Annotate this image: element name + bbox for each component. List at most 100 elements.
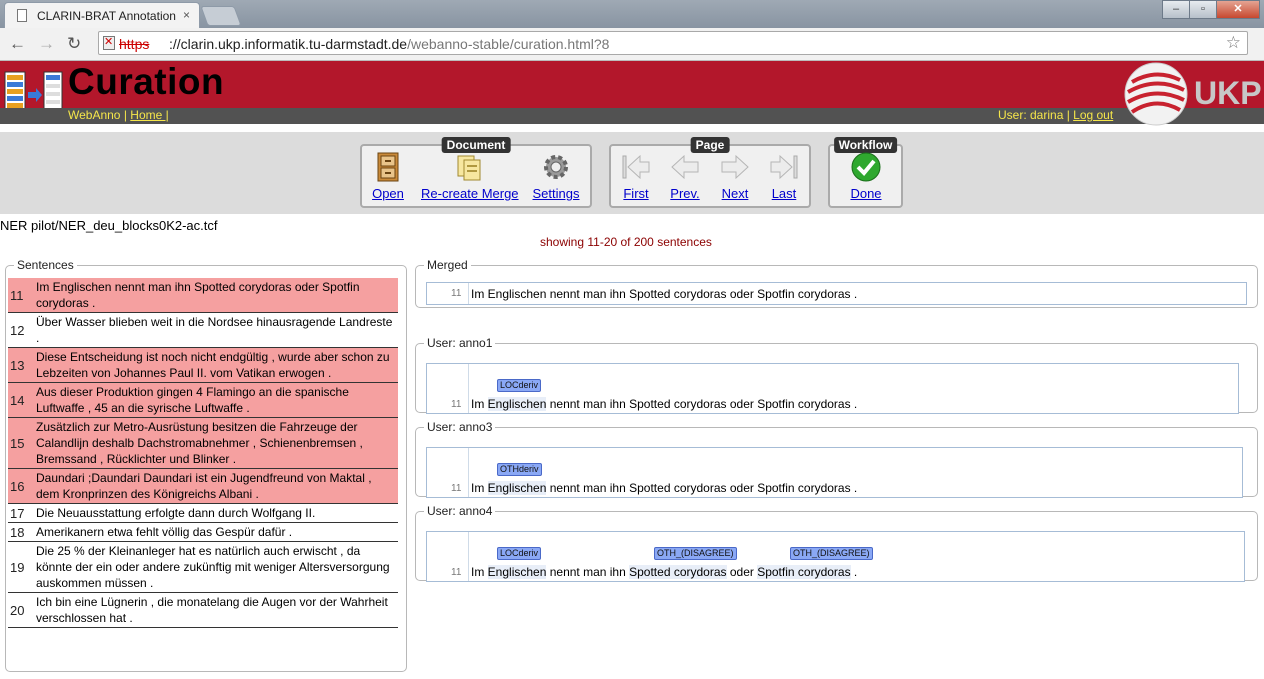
header-subbar: WebAnno | Home | User: darina | Log out	[0, 108, 1264, 124]
back-button[interactable]: ←	[9, 34, 26, 54]
address-bar[interactable]: https ://clarin.ukp.informatik.tu-darmst…	[98, 31, 1248, 55]
anno1-panel: User: anno1 LOCderiv 11 Im Englischen ne…	[415, 336, 1258, 414]
sentence-text: Zusätzlich zur Metro-Ausrüstung besitzen…	[36, 420, 363, 466]
anno3-sentence-block[interactable]: OTHderiv 11 Im Englischen nennt man ihn …	[426, 447, 1243, 498]
sentence-number: 13	[10, 357, 25, 373]
cabinet-icon	[377, 152, 399, 182]
sentence-number: 16	[10, 478, 25, 494]
ukp-logo: UKP	[1124, 62, 1262, 126]
sentence-text: Diese Entscheidung ist noch nicht endgül…	[36, 350, 390, 380]
check-icon	[851, 152, 881, 182]
annotation-span[interactable]: LOCderiv	[497, 379, 542, 392]
annotated-token[interactable]: Spotted corydoras	[629, 565, 727, 579]
anno1-legend: User: anno1	[427, 336, 493, 350]
done-button[interactable]: Done	[836, 152, 896, 206]
sentence-range: showing 11-20 of 200 sentences	[540, 235, 712, 249]
prev-arrow-icon	[671, 154, 699, 180]
sentence-row[interactable]: 17 Die Neuausstattung erfolgte dann durch…	[8, 504, 398, 523]
anno4-sentence-block[interactable]: LOCderiv OTH_(DISAGREE) OTH_(DISAGREE) 1…	[426, 531, 1245, 582]
annotation-span-disagree[interactable]: OTH_(DISAGREE)	[654, 547, 737, 560]
sentences-legend: Sentences	[17, 258, 74, 272]
text-segment: Im	[471, 565, 488, 579]
sentence-text: Aus dieser Produktion gingen 4 Flamingo …	[36, 385, 349, 415]
sentence-list: 11 Im Englischen nennt man ihn Spotted co…	[8, 278, 398, 628]
recreate-merge-label: Re-create Merge	[421, 186, 519, 201]
forward-button[interactable]: →	[38, 34, 55, 54]
document-group: Document Open Re-create Merge Settings	[358, 137, 592, 208]
sentence-row[interactable]: 20 Ich bin eine Lügnerin , die monatelang…	[8, 593, 398, 628]
anno4-legend: User: anno4	[427, 504, 493, 518]
sentence-row[interactable]: 18 Amerikanern etwa fehlt völlig das Gesp…	[8, 523, 398, 542]
url-host: ://clarin.ukp.informatik.tu-darmstadt.de	[169, 36, 408, 52]
text-segment: Spotfin corydoras	[757, 481, 851, 495]
recreate-merge-button[interactable]: Re-create Merge	[421, 152, 519, 206]
text-segment: .	[850, 481, 858, 495]
window-controls: – ▫ ✕	[1162, 0, 1260, 19]
sentence-row[interactable]: 15 Zusätzlich zur Metro-Ausrüstung besitz…	[8, 418, 398, 469]
sentence-row[interactable]: 13 Diese Entscheidung ist noch nicht endg…	[8, 348, 398, 383]
user-label: User: darina |	[998, 108, 1070, 122]
line-number: 11	[451, 483, 462, 494]
settings-button[interactable]: Settings	[526, 152, 586, 206]
sentence-row[interactable]: 14 Aus dieser Produktion gingen 4 Flaming…	[8, 383, 398, 418]
sentence-number: 11	[10, 287, 24, 303]
line-gutter	[427, 532, 469, 581]
sentence-row[interactable]: 11 Im Englischen nennt man ihn Spotted co…	[8, 278, 398, 313]
annotated-sentence-text: Im Englischen nennt man ihn Spotted cory…	[471, 397, 857, 411]
page-title: Curation	[68, 61, 225, 102]
annotation-span-disagree[interactable]: OTH_(DISAGREE)	[790, 547, 873, 560]
sentence-row[interactable]: 16 Daundari ;Daundari Daundari ist ein Ju…	[8, 469, 398, 504]
line-gutter	[427, 283, 469, 304]
text-segment: .	[850, 565, 858, 579]
anno3-legend: User: anno3	[427, 420, 493, 434]
window-close-button[interactable]: ✕	[1216, 0, 1260, 19]
line-number: 11	[451, 288, 462, 299]
app-name: WebAnno	[68, 108, 121, 122]
annotation-span[interactable]: OTHderiv	[497, 463, 542, 476]
browser-tab[interactable]: CLARIN-BRAT Annotation ×	[4, 2, 200, 28]
anno1-sentence-block[interactable]: LOCderiv 11 Im Englischen nennt man ihn …	[426, 363, 1239, 414]
sentence-text: Amerikanern etwa fehlt völlig das Gespür…	[36, 525, 293, 539]
text-segment: Spotted corydoras	[629, 397, 727, 411]
annotated-token[interactable]: Spotfin corydoras	[757, 565, 851, 579]
new-tab-button[interactable]	[200, 6, 242, 26]
annotation-span[interactable]: LOCderiv	[497, 547, 542, 560]
annotated-sentence-text: Im Englischen nennt man ihn Spotted cory…	[471, 565, 857, 579]
merged-sentence-block[interactable]: 11 Im Englischen nennt man ihn Spotted c…	[426, 282, 1247, 305]
maximize-button[interactable]: ▫	[1189, 0, 1217, 19]
page-group: Page First Prev. Next Last	[609, 137, 814, 208]
logout-link[interactable]: Log out	[1073, 108, 1113, 122]
text-segment: .	[850, 397, 858, 411]
merged-panel: Merged 11 Im Englischen nennt man ihn Sp…	[415, 258, 1258, 308]
line-number: 11	[451, 399, 462, 410]
line-gutter	[427, 448, 469, 497]
last-page-button[interactable]: Last	[754, 152, 814, 206]
minimize-button[interactable]: –	[1162, 0, 1190, 19]
tab-close-button[interactable]: ×	[183, 8, 190, 22]
home-link[interactable]: Home |	[130, 108, 168, 122]
sentence-row[interactable]: 19 Die 25 % der Kleinanleger hat es natür…	[8, 542, 398, 593]
star-icon[interactable]: ☆	[1226, 33, 1241, 53]
sentence-row[interactable]: 12 Über Wasser blieben weit in die Nordse…	[8, 313, 398, 348]
gear-icon	[544, 155, 568, 179]
anno3-panel: User: anno3 OTHderiv 11 Im Englischen ne…	[415, 420, 1258, 498]
document-filename: NER pilot/NER_deu_blocks0K2-ac.tcf	[0, 218, 218, 233]
annotated-token[interactable]: Englischen	[487, 565, 547, 579]
workflow-group-label: Workflow	[833, 137, 898, 153]
url-text: ://clarin.ukp.informatik.tu-darmstadt.de…	[169, 36, 609, 52]
sentence-text: Im Englischen nennt man ihn Spotted cory…	[36, 280, 360, 310]
text-segment: Im	[471, 481, 488, 495]
browser-toolbar: ← → ↻ https ://clarin.ukp.informatik.tu-…	[0, 28, 1264, 61]
annotated-token[interactable]: Englischen	[487, 481, 547, 495]
page-header: Curation	[0, 61, 1264, 117]
line-gutter	[427, 364, 469, 413]
open-button[interactable]: Open	[358, 152, 418, 206]
action-bar: Document Open Re-create Merge Settings P…	[0, 132, 1264, 214]
sentence-text: Ich bin eine Lügnerin , die monatelang d…	[36, 595, 388, 625]
reload-button[interactable]: ↻	[67, 34, 81, 54]
annotated-token[interactable]: Englischen	[487, 397, 547, 411]
url-protocol: https	[119, 36, 150, 52]
nav-separator: |	[123, 108, 127, 122]
merged-sentence-text: Im Englischen nennt man ihn Spotted cory…	[471, 287, 858, 301]
text-segment: nennt man ihn	[546, 481, 630, 495]
